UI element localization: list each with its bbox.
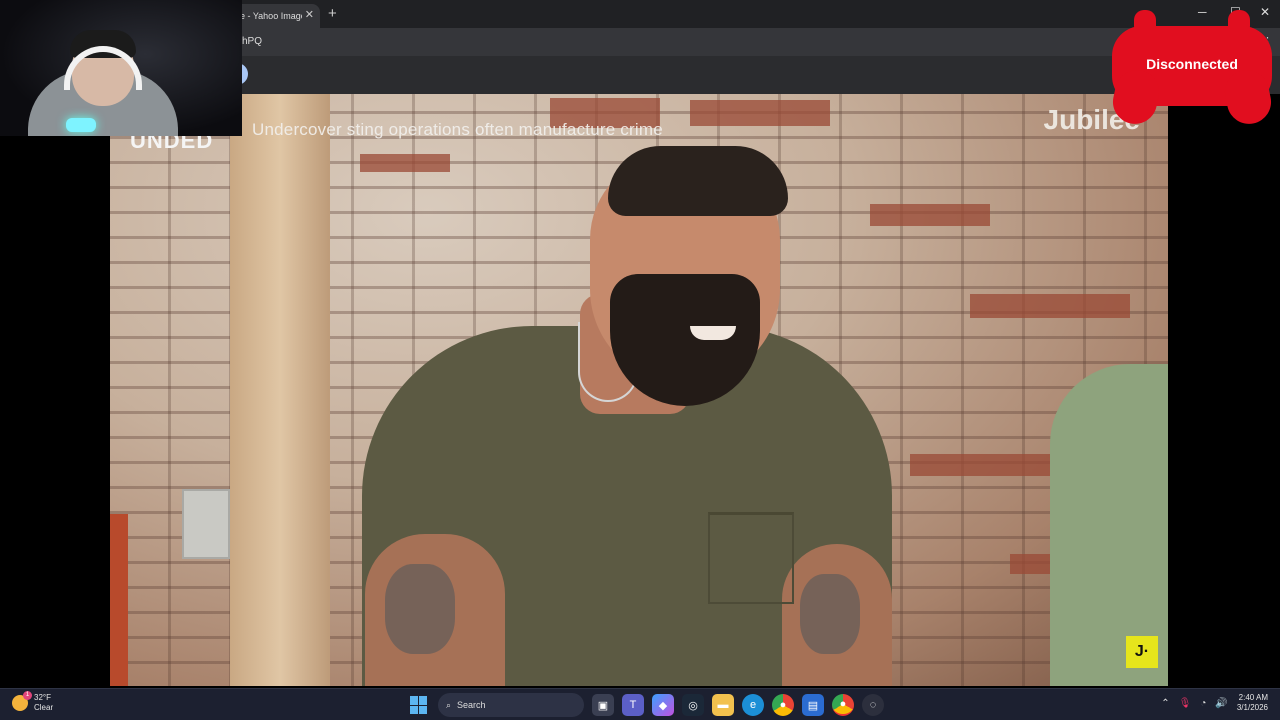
weather-sun-icon: 1 <box>12 691 32 711</box>
jubilee-corner-logo: J· <box>1126 636 1158 668</box>
brick-patch <box>870 204 990 226</box>
controller-disconnected-overlay: Disconnected <box>1108 10 1276 128</box>
red-pipe <box>110 514 128 686</box>
tattoo <box>800 574 860 654</box>
brick-patch <box>690 100 830 126</box>
chevron-up-icon[interactable]: ⌃ <box>1161 698 1169 709</box>
microphone-icon[interactable]: 🎙 <box>1179 698 1192 709</box>
webcam-overlay <box>0 0 242 136</box>
new-tab-button[interactable]: + <box>328 5 337 22</box>
chrome-icon[interactable]: ● <box>772 694 794 716</box>
weather-temp: 32°F <box>34 693 51 702</box>
taskbar-apps: ⌕ Search ▣ T ◆ ◎ ▬ e ● ▤ ● ◌ <box>408 693 884 717</box>
person-smile <box>690 326 736 340</box>
app-icon[interactable]: ◌ <box>862 694 884 716</box>
system-tray: ⌃ 🎙 ◔ 🔊 2:40 AM 3/1/2026 <box>1161 693 1268 713</box>
brick-patch <box>910 454 1050 476</box>
chrome-active-icon[interactable]: ● <box>832 694 854 716</box>
clock[interactable]: 2:40 AM 3/1/2026 <box>1237 693 1268 713</box>
browser-tab[interactable]: e - Yahoo Image ✕ <box>232 4 320 28</box>
wooden-beam <box>230 94 330 686</box>
tattoo <box>385 564 455 654</box>
video-caption: Undercover sting operations often manufa… <box>252 120 663 139</box>
disconnected-label: Disconnected <box>1146 56 1238 72</box>
tab-title: e - Yahoo Image <box>240 11 302 21</box>
steam-icon[interactable]: ◎ <box>682 694 704 716</box>
edge-icon[interactable]: e <box>742 694 764 716</box>
weather-desc: Clear <box>34 703 54 712</box>
brick-patch <box>970 294 1130 318</box>
teams-icon[interactable]: T <box>622 694 644 716</box>
clock-date: 3/1/2026 <box>1236 703 1268 712</box>
store-icon[interactable]: ▤ <box>802 694 824 716</box>
weather-badge: 1 <box>23 691 32 700</box>
file-explorer-icon[interactable]: ▬ <box>712 694 734 716</box>
person-hair <box>608 146 788 216</box>
wifi-icon[interactable]: ◔ <box>1200 698 1206 709</box>
weather-widget[interactable]: 1 32°F Clear <box>12 691 54 713</box>
task-view-icon[interactable]: ▣ <box>592 694 614 716</box>
start-icon[interactable] <box>408 694 430 716</box>
search-icon: ⌕ <box>446 699 452 710</box>
electrical-box <box>182 489 230 559</box>
address-text[interactable]: hPQ <box>242 36 262 47</box>
copilot-icon[interactable]: ◆ <box>652 694 674 716</box>
tab-close-icon[interactable]: ✕ <box>305 8 314 21</box>
brick-patch <box>360 154 450 172</box>
taskbar-search[interactable]: ⌕ Search <box>438 693 584 717</box>
clock-time: 2:40 AM <box>1238 693 1268 702</box>
desk-light <box>66 118 96 132</box>
search-label: Search <box>457 700 486 710</box>
volume-icon[interactable]: 🔊 <box>1215 698 1227 709</box>
windows-taskbar: 1 32°F Clear ⌕ Search ▣ T ◆ ◎ ▬ e ● ▤ ● … <box>0 688 1280 720</box>
video-player[interactable]: UNDED Undercover sting operations often … <box>110 94 1168 686</box>
shirt-pocket <box>708 512 794 604</box>
